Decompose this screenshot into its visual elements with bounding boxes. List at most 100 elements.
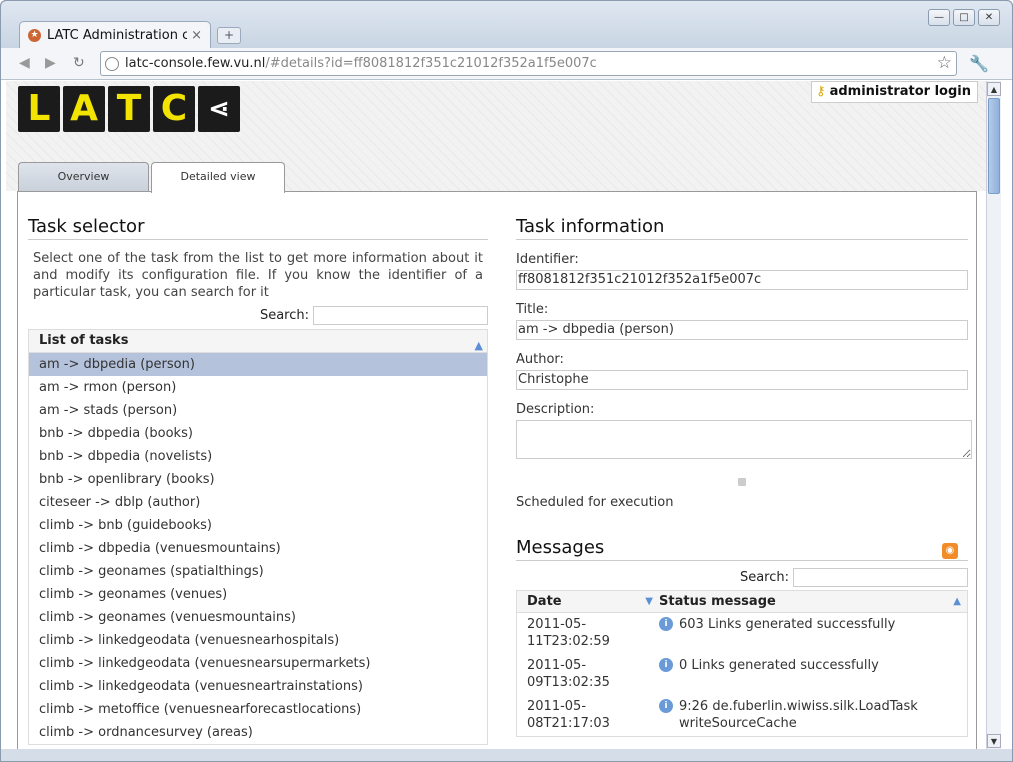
- favicon-icon: ★: [28, 29, 41, 42]
- task-list-item[interactable]: bnb -> openlibrary (books): [29, 468, 487, 491]
- sort-descending-icon[interactable]: ▼: [645, 591, 653, 613]
- logo-letter: T: [108, 86, 150, 132]
- task-list-header-label: List of tasks: [39, 333, 129, 348]
- task-list-item[interactable]: am -> stads (person): [29, 399, 487, 422]
- window-bottom-border: [0, 749, 1013, 762]
- task-list: am -> dbpedia (person) am -> rmon (person…: [28, 353, 488, 745]
- rss-feed-icon[interactable]: ◉: [942, 543, 958, 559]
- tab-close-icon[interactable]: ×: [191, 28, 202, 43]
- back-icon[interactable]: ◀: [19, 55, 30, 71]
- task-list-item[interactable]: climb -> dbpedia (venuesmountains): [29, 537, 487, 560]
- title-label: Title:: [516, 302, 549, 317]
- task-search-input[interactable]: [313, 306, 488, 325]
- sort-ascending-icon[interactable]: ▲: [475, 335, 483, 357]
- description-field[interactable]: [516, 420, 972, 459]
- task-list-item[interactable]: climb -> linkedgeodata (venuesnearsuperm…: [29, 652, 487, 675]
- author-field[interactable]: Christophe: [516, 370, 968, 390]
- address-bar[interactable]: latc-console.few.vu.nl /#details?id=ff80…: [100, 51, 957, 76]
- task-list-item[interactable]: bnb -> dbpedia (books): [29, 422, 487, 445]
- browser-tab-title: LATC Administration co: [47, 28, 188, 43]
- forward-icon[interactable]: ▶: [45, 55, 56, 71]
- minimize-icon[interactable]: —: [928, 9, 950, 26]
- message-date: 2011-05-11T23:02:59: [527, 617, 610, 649]
- date-column-label: Date: [527, 594, 562, 609]
- wrench-icon[interactable]: 🔧: [969, 54, 989, 73]
- status-column-header[interactable]: Status message ▲: [659, 591, 967, 612]
- window-controls: — □ ✕: [928, 9, 1000, 26]
- window-titlebar: ★ LATC Administration co × + — □ ✕: [0, 0, 1013, 49]
- administrator-login-button[interactable]: ⚷ administrator login: [811, 81, 978, 103]
- task-list-item[interactable]: am -> dbpedia (person): [29, 353, 487, 376]
- logo-letter: C: [153, 86, 195, 132]
- task-list-item[interactable]: climb -> geonames (venues): [29, 583, 487, 606]
- key-icon: ⚷: [816, 84, 826, 99]
- messages-header: Messages ◉: [516, 537, 968, 561]
- task-list-item[interactable]: climb -> geonames (venuesmountains): [29, 606, 487, 629]
- message-row[interactable]: 2011-05-09T13:02:35 i 0 Links generated su…: [517, 654, 967, 695]
- browser-toolbar: ◀ ▶ ↻ latc-console.few.vu.nl /#details?i…: [0, 48, 1013, 80]
- task-list-item[interactable]: bnb -> dbpedia (novelists): [29, 445, 487, 468]
- task-search-row: Search:: [28, 306, 488, 325]
- close-window-icon[interactable]: ✕: [978, 9, 1000, 26]
- message-date: 2011-05-08T21:17:03: [527, 699, 610, 731]
- task-list-header[interactable]: List of tasks ▲: [28, 329, 488, 353]
- author-label: Author:: [516, 352, 564, 367]
- scroll-down-icon[interactable]: ▼: [987, 734, 1001, 748]
- url-path: /#details?id=ff8081812f351c21012f352a1f5…: [265, 56, 597, 71]
- message-status: i 9:26 de.fuberlin.wiwiss.silk.LoadTask w…: [659, 698, 967, 732]
- task-information-section: Task information Identifier: ff8081812f3…: [516, 216, 972, 737]
- messages-search-label: Search:: [739, 570, 789, 585]
- bookmark-star-icon[interactable]: ☆: [937, 53, 952, 73]
- schedule-status: Scheduled for execution: [516, 495, 674, 510]
- scrollbar-thumb[interactable]: [988, 98, 1000, 194]
- task-list-item[interactable]: am -> rmon (person): [29, 376, 487, 399]
- messages-table-body: 2011-05-11T23:02:59 i 603 Links generated …: [517, 613, 967, 736]
- messages-table: Date ▼ Status message ▲ 2011-05-11T23:02…: [516, 590, 968, 737]
- loading-indicator: [738, 478, 746, 486]
- task-information-title: Task information: [516, 216, 968, 240]
- tab-overview[interactable]: Overview: [18, 162, 149, 192]
- scroll-up-icon[interactable]: ▲: [987, 82, 1001, 96]
- new-tab-button[interactable]: +: [217, 27, 241, 44]
- task-list-item[interactable]: climb -> ordnancesurvey (areas): [29, 721, 487, 744]
- message-row[interactable]: 2011-05-11T23:02:59 i 603 Links generated …: [517, 613, 967, 654]
- messages-title: Messages: [516, 537, 968, 561]
- page-viewport: L A T C ⋖ ⚷ administrator login Overview …: [6, 81, 986, 749]
- task-search-label: Search:: [259, 308, 309, 323]
- message-text: 0 Links generated successfully: [679, 658, 879, 673]
- task-list-item[interactable]: climb -> metoffice (venuesnearforecastlo…: [29, 698, 487, 721]
- date-column-header[interactable]: Date ▼: [517, 591, 659, 612]
- identifier-label: Identifier:: [516, 252, 579, 267]
- messages-search-row: Search:: [516, 568, 968, 587]
- title-field[interactable]: am -> dbpedia (person): [516, 320, 968, 340]
- status-column-label: Status message: [659, 594, 776, 609]
- task-list-item[interactable]: climb -> linkedgeodata (venuesneartrains…: [29, 675, 487, 698]
- browser-tab[interactable]: ★ LATC Administration co ×: [19, 21, 211, 49]
- task-list-item[interactable]: climb -> linkedgeodata (venuesnearhospit…: [29, 629, 487, 652]
- sort-both-icon[interactable]: ▲: [953, 591, 961, 613]
- task-selector-title: Task selector: [28, 216, 488, 240]
- details-panel: Task selector Select one of the task fro…: [17, 191, 977, 749]
- login-label: administrator login: [829, 84, 971, 99]
- task-selector-section: Task selector Select one of the task fro…: [28, 216, 488, 745]
- description-label: Description:: [516, 402, 595, 417]
- page-scrollbar[interactable]: ▲ ▼: [986, 81, 1001, 749]
- identifier-field[interactable]: ff8081812f351c21012f352a1f5e007c: [516, 270, 968, 290]
- info-icon: i: [659, 658, 673, 672]
- logo-letter: A: [63, 86, 105, 132]
- messages-table-header: Date ▼ Status message ▲: [517, 591, 967, 613]
- message-date: 2011-05-09T13:02:35: [527, 658, 610, 690]
- message-text: 9:26 de.fuberlin.wiwiss.silk.LoadTask wr…: [679, 699, 918, 731]
- task-selector-description: Select one of the task from the list to …: [33, 251, 483, 300]
- message-row[interactable]: 2011-05-08T21:17:03 i 9:26 de.fuberlin.wiw…: [517, 695, 967, 736]
- messages-search-input[interactable]: [793, 568, 968, 587]
- task-list-item[interactable]: citeseer -> dblp (author): [29, 491, 487, 514]
- url-host: latc-console.few.vu.nl: [125, 56, 266, 71]
- tab-detailed-view[interactable]: Detailed view: [151, 162, 285, 193]
- reload-icon[interactable]: ↻: [73, 55, 85, 71]
- globe-icon: [105, 56, 119, 71]
- task-list-item[interactable]: climb -> geonames (spatialthings): [29, 560, 487, 583]
- message-status: i 0 Links generated successfully: [659, 657, 967, 691]
- maximize-icon[interactable]: □: [953, 9, 975, 26]
- task-list-item[interactable]: climb -> bnb (guidebooks): [29, 514, 487, 537]
